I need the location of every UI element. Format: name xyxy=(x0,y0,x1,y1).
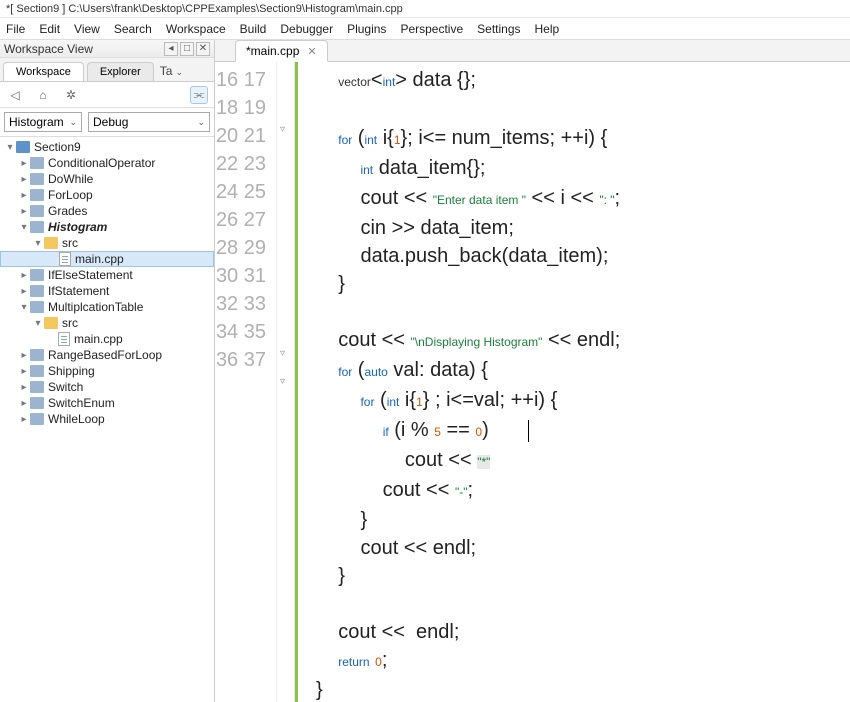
tree-item[interactable]: Switch xyxy=(48,380,83,394)
folder-icon xyxy=(30,397,44,409)
home-icon[interactable]: ⌂ xyxy=(34,86,52,104)
tree-src[interactable]: src xyxy=(62,236,78,250)
folder-icon xyxy=(30,349,44,361)
workspace-icon xyxy=(16,141,30,153)
tab-explorer[interactable]: Explorer xyxy=(87,62,154,81)
chevron-down-icon: ⌄ xyxy=(197,117,205,128)
menu-perspective[interactable]: Perspective xyxy=(400,22,463,36)
link-icon[interactable]: ⫘ xyxy=(190,86,208,104)
src-folder-icon xyxy=(44,317,58,329)
build-select[interactable]: Debug⌄ xyxy=(88,112,210,132)
expand-icon[interactable]: ▸ xyxy=(18,174,30,185)
collapse-icon[interactable]: ▾ xyxy=(32,318,44,329)
tree-item[interactable]: WhileLoop xyxy=(48,412,105,426)
collapse-icon[interactable]: ▾ xyxy=(18,302,30,313)
folder-icon xyxy=(30,157,44,169)
chevron-down-icon: ⌄ xyxy=(69,117,77,128)
tree-item[interactable]: SwitchEnum xyxy=(48,396,115,410)
tree-item[interactable]: DoWhile xyxy=(48,172,93,186)
folder-icon xyxy=(30,413,44,425)
tab-workspace[interactable]: Workspace xyxy=(3,62,84,81)
folder-icon xyxy=(30,301,44,313)
folder-icon xyxy=(30,189,44,201)
panel-close-icon[interactable]: ✕ xyxy=(196,42,210,56)
folder-icon xyxy=(30,285,44,297)
expand-icon[interactable]: ▸ xyxy=(18,190,30,201)
tree-item[interactable]: MultiplcationTable xyxy=(48,300,143,314)
expand-icon[interactable]: ▸ xyxy=(18,206,30,217)
window-title: *[ Section9 ] C:\Users\frank\Desktop\CPP… xyxy=(0,0,850,18)
menu-view[interactable]: View xyxy=(74,22,100,36)
expand-icon[interactable]: ▸ xyxy=(18,286,30,297)
expand-icon[interactable]: ▸ xyxy=(18,414,30,425)
tree-item[interactable]: ForLoop xyxy=(48,188,93,202)
menu-help[interactable]: Help xyxy=(535,22,560,36)
fold-marker-icon[interactable]: ▿ xyxy=(280,376,285,387)
collapse-icon[interactable]: ▾ xyxy=(32,238,44,249)
cpp-file-icon xyxy=(58,332,70,346)
menu-file[interactable]: File xyxy=(6,22,25,36)
panel-expand-icon[interactable]: □ xyxy=(180,42,194,56)
cpp-file-icon xyxy=(59,252,71,266)
fold-marker-icon[interactable]: ▿ xyxy=(280,348,285,359)
folder-icon xyxy=(30,221,44,233)
menu-edit[interactable]: Edit xyxy=(39,22,60,36)
tree-item[interactable]: ConditionalOperator xyxy=(48,156,155,170)
collapse-icon[interactable]: ▾ xyxy=(18,222,30,233)
collapse-icon[interactable]: ▾ xyxy=(4,142,16,153)
tree-item[interactable]: IfStatement xyxy=(48,284,109,298)
workspace-tabs: Workspace Explorer Ta ⌄ xyxy=(0,58,214,82)
fold-column[interactable]: ▿ ▿ ▿ xyxy=(277,62,295,702)
menu-plugins[interactable]: Plugins xyxy=(347,22,386,36)
close-tab-icon[interactable]: ✕ xyxy=(307,45,316,58)
line-gutter: 16 17 18 19 20 21 22 23 24 25 26 27 28 2… xyxy=(215,62,277,702)
fold-marker-icon[interactable]: ▿ xyxy=(280,124,285,135)
src-folder-icon xyxy=(44,237,58,249)
workspace-panel: Workspace View ◂ □ ✕ Workspace Explorer … xyxy=(0,40,215,702)
expand-icon[interactable]: ▸ xyxy=(18,366,30,377)
tree-item-active[interactable]: Histogram xyxy=(48,220,107,234)
menu-search[interactable]: Search xyxy=(114,22,152,36)
editor-pane: *main.cpp ✕ 16 17 18 19 20 21 22 23 24 2… xyxy=(215,40,850,702)
tree-item[interactable]: Grades xyxy=(48,204,87,218)
folder-icon xyxy=(30,365,44,377)
tree-root[interactable]: Section9 xyxy=(34,140,81,154)
tree-item[interactable]: IfElseStatement xyxy=(48,268,133,282)
expand-icon[interactable]: ▸ xyxy=(18,398,30,409)
tab-overflow[interactable]: Ta ⌄ xyxy=(154,61,189,81)
expand-icon[interactable]: ▸ xyxy=(18,382,30,393)
tree-file[interactable]: main.cpp xyxy=(74,332,123,346)
folder-icon xyxy=(30,173,44,185)
expand-icon[interactable]: ▸ xyxy=(18,270,30,281)
project-tree[interactable]: ▾Section9 ▸ConditionalOperator ▸DoWhile … xyxy=(0,137,214,702)
folder-icon xyxy=(30,381,44,393)
tree-file-main[interactable]: main.cpp xyxy=(75,252,124,266)
menu-build[interactable]: Build xyxy=(240,22,267,36)
expand-icon[interactable]: ▸ xyxy=(18,158,30,169)
menu-workspace[interactable]: Workspace xyxy=(166,22,226,36)
panel-collapse-left-icon[interactable]: ◂ xyxy=(164,42,178,56)
gear-icon[interactable]: ✲ xyxy=(62,86,80,104)
editor-tab-main[interactable]: *main.cpp ✕ xyxy=(235,40,328,62)
expand-icon[interactable]: ▸ xyxy=(18,350,30,361)
code-editor[interactable]: vector<int> data {}; for (int i{1}; i<= … xyxy=(298,62,850,702)
folder-icon xyxy=(30,205,44,217)
workspace-view-label: Workspace View xyxy=(4,42,93,56)
config-select[interactable]: Histogram⌄ xyxy=(4,112,82,132)
tree-item[interactable]: Shipping xyxy=(48,364,95,378)
folder-icon xyxy=(30,269,44,281)
cursor-icon[interactable]: ◁ xyxy=(6,86,24,104)
menu-settings[interactable]: Settings xyxy=(477,22,520,36)
tree-item[interactable]: RangeBasedForLoop xyxy=(48,348,162,362)
menu-debugger[interactable]: Debugger xyxy=(280,22,333,36)
main-menu: File Edit View Search Workspace Build De… xyxy=(0,18,850,40)
tree-src[interactable]: src xyxy=(62,316,78,330)
